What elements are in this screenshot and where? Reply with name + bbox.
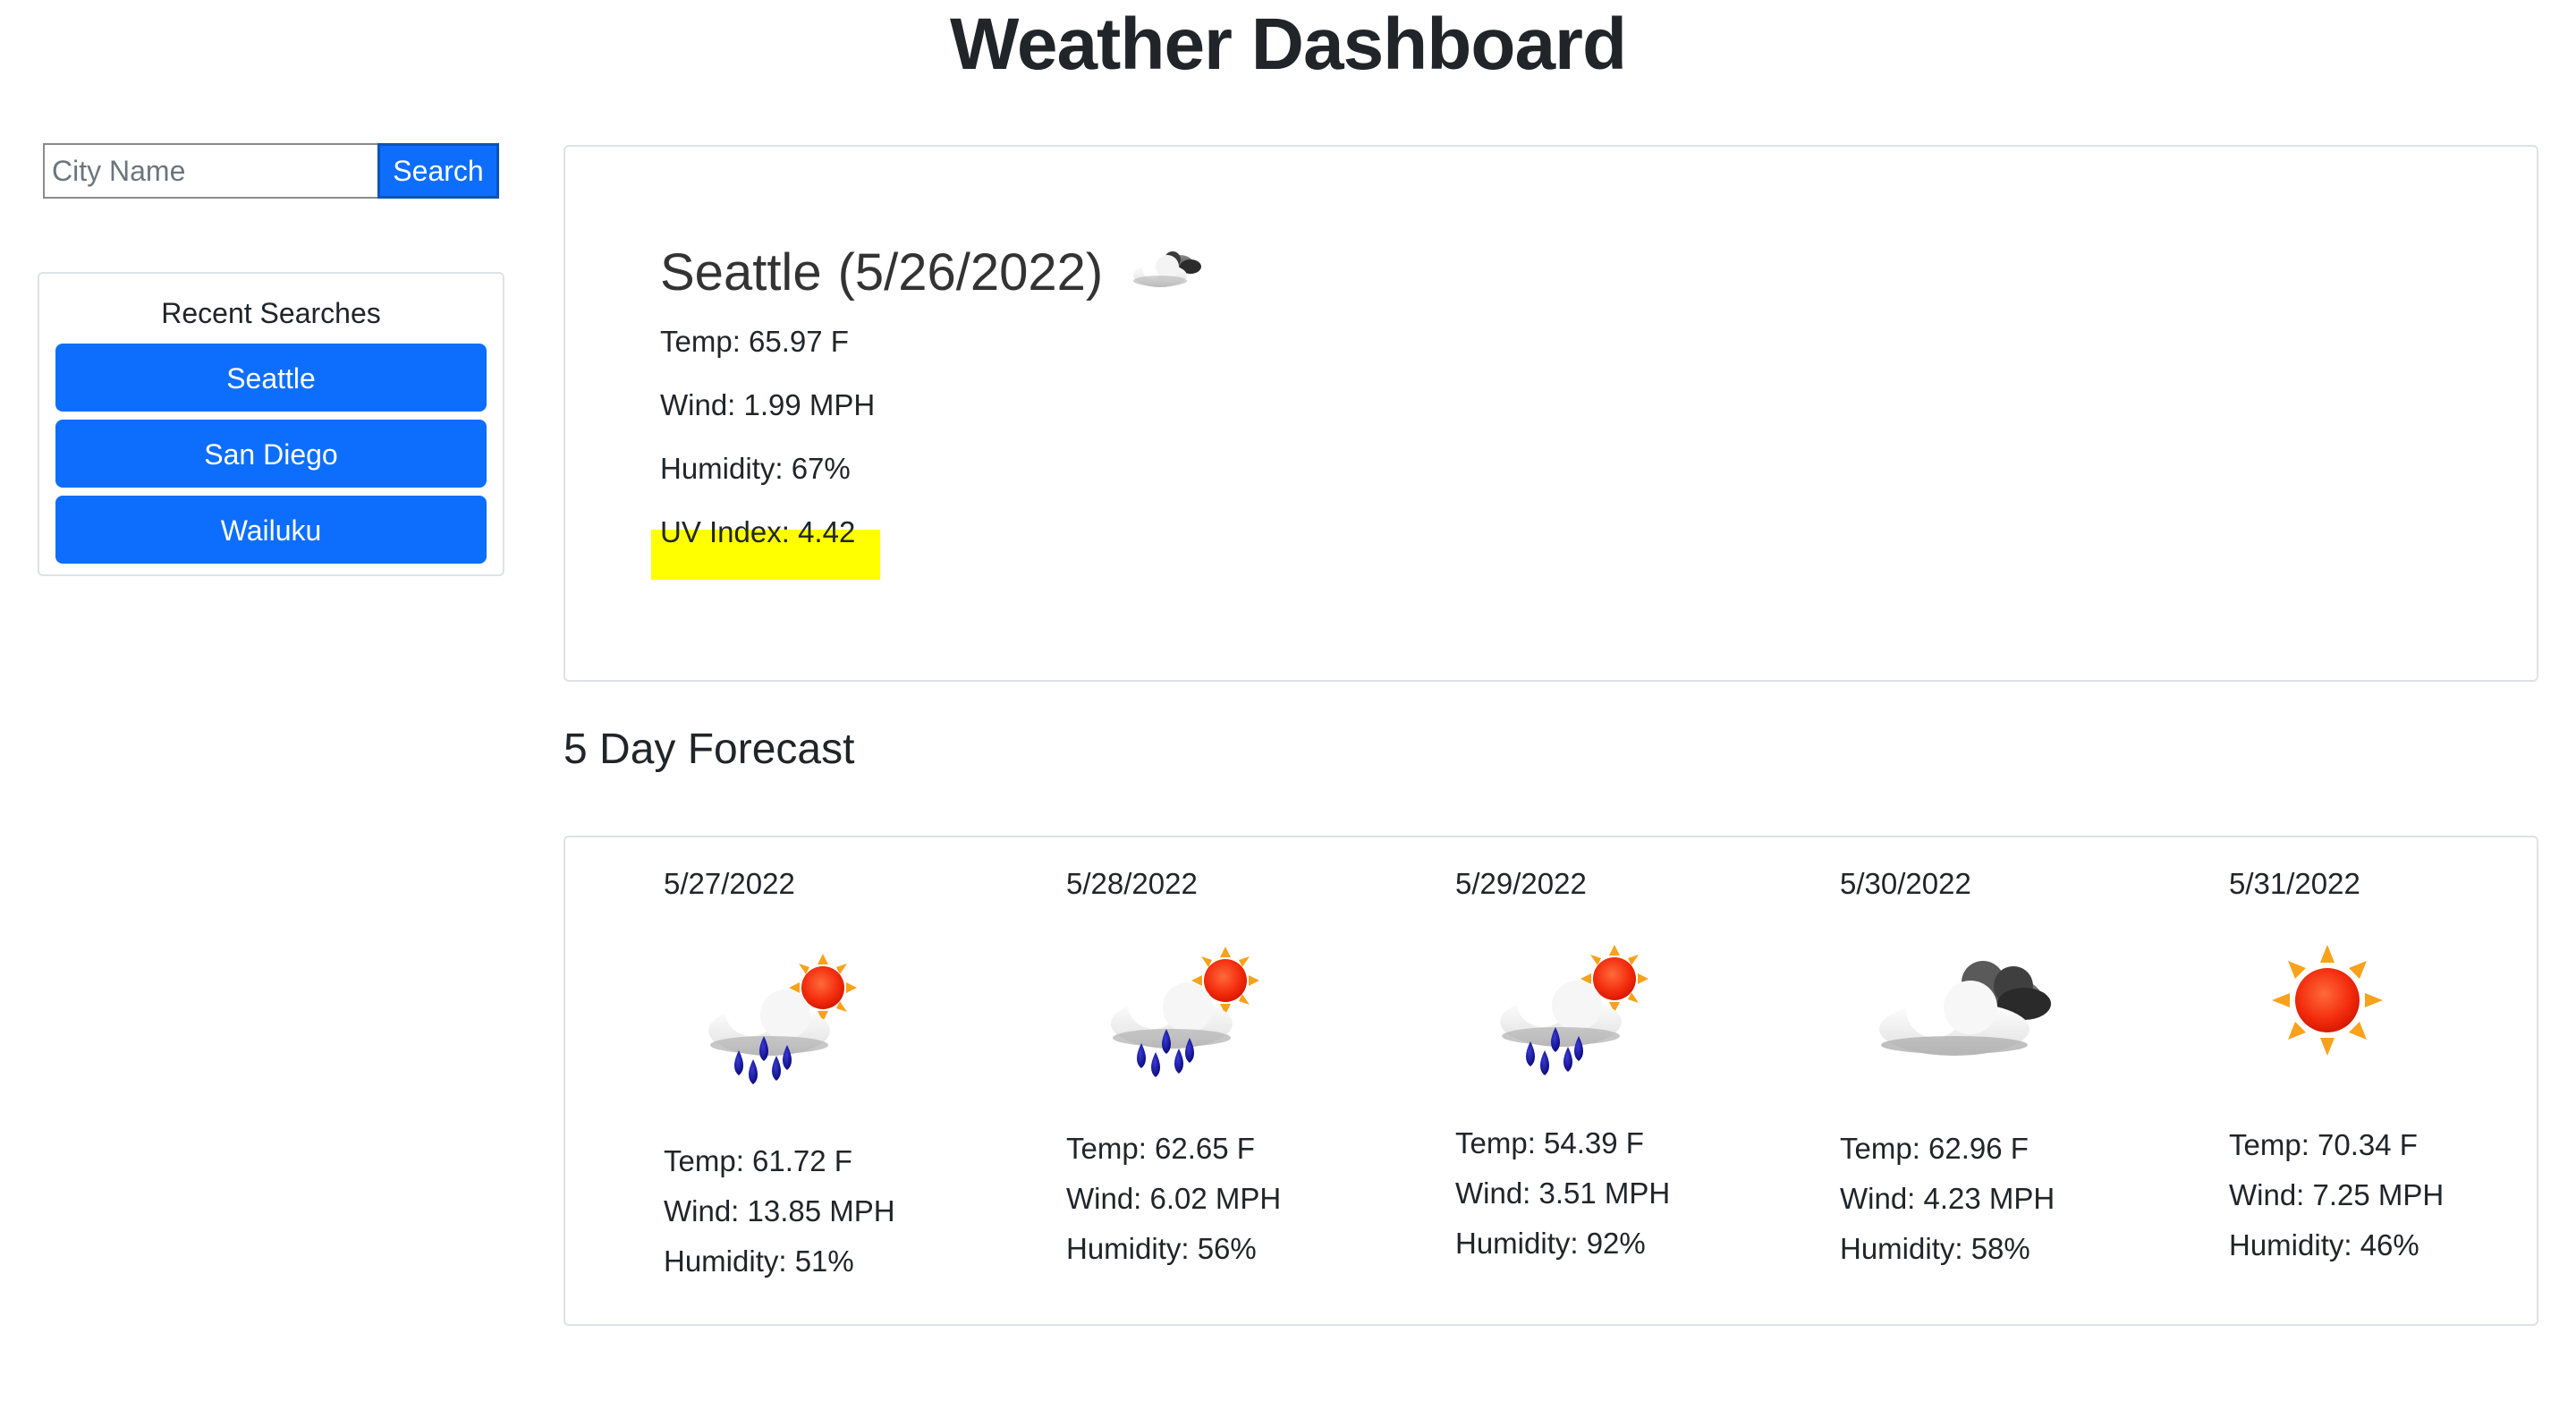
forecast-wind: Wind: 13.85 MPH [664, 1194, 895, 1227]
forecast-date: 5/28/2022 [1066, 867, 1198, 900]
forecast-day: 5/30/2022 Temp: 62.96 F Wind: 4.23 MPH H… [1840, 837, 2198, 1321]
forecast-wind: Wind: 3.51 MPH [1455, 1176, 1671, 1210]
current-city-heading: Seattle (5/26/2022) [660, 236, 1210, 308]
forecast-humidity: Humidity: 51% [664, 1244, 854, 1278]
search-button[interactable]: Search [377, 143, 499, 199]
forecast-humidity: Humidity: 58% [1840, 1232, 2030, 1265]
recent-search-san-diego-button[interactable]: San Diego [55, 420, 487, 488]
forecast-date: 5/30/2022 [1840, 867, 1971, 900]
forecast-date: 5/31/2022 [2229, 867, 2360, 900]
city-search-input[interactable] [43, 143, 377, 199]
forecast-card: 5/27/2022 Temp: 61.72 F Wind: 13.85 MPH … [564, 836, 2538, 1326]
broken-clouds-icon [1865, 936, 2051, 1088]
forecast-heading: 5 Day Forecast [564, 726, 855, 773]
forecast-wind: Wind: 6.02 MPH [1066, 1182, 1282, 1215]
current-wind: Wind: 1.99 MPH [660, 388, 876, 421]
forecast-temp: Temp: 62.65 F [1066, 1132, 1255, 1165]
recent-searches-card: Recent Searches Seattle San Diego Wailuk… [38, 272, 504, 576]
forecast-humidity: Humidity: 92% [1455, 1227, 1646, 1260]
forecast-wind: Wind: 7.25 MPH [2229, 1178, 2445, 1211]
current-humidity: Humidity: 67% [660, 452, 851, 485]
page-title: Weather Dashboard [949, 4, 1627, 85]
forecast-temp: Temp: 54.39 F [1455, 1126, 1644, 1159]
forecast-date: 5/29/2022 [1455, 867, 1587, 900]
rain-sun-icon [1480, 936, 1659, 1088]
forecast-day: 5/28/2022 Temp: 62.65 F Wind: 6.02 MPH H… [1066, 837, 1424, 1321]
forecast-date: 5/27/2022 [664, 867, 795, 900]
forecast-wind: Wind: 4.23 MPH [1840, 1182, 2055, 1215]
rain-sun-icon [1091, 938, 1270, 1090]
recent-search-seattle-button[interactable]: Seattle [55, 344, 487, 412]
forecast-day: 5/27/2022 Temp: 61.72 F Wind: 13.85 MPH … [664, 837, 1021, 1321]
forecast-temp: Temp: 61.72 F [664, 1144, 852, 1177]
current-weather-card: Seattle (5/26/2022) Temp: 65.97 F Wind: … [564, 145, 2538, 682]
forecast-humidity: Humidity: 46% [2229, 1228, 2419, 1261]
current-city-name: Seattle [660, 242, 822, 302]
forecast-humidity: Humidity: 56% [1066, 1232, 1257, 1265]
clear-sun-icon [2265, 938, 2444, 1090]
rain-sun-icon [689, 945, 868, 1097]
forecast-day: 5/31/2022 Temp: 70.34 F Wind: 7.25 MPH H… [2229, 837, 2576, 1321]
recent-searches-title: Recent Searches [161, 297, 381, 329]
search-form: Search [43, 143, 499, 199]
forecast-temp: Temp: 70.34 F [2229, 1128, 2418, 1161]
current-uv-index: UV Index: 4.42 [660, 515, 856, 548]
forecast-day: 5/29/2022 Temp: 54.39 F Wind: 3.51 MPH H… [1455, 837, 1813, 1321]
current-temp: Temp: 65.97 F [660, 325, 849, 358]
recent-search-wailuku-button[interactable]: Wailuku [55, 496, 487, 564]
current-date: (5/26/2022) [837, 242, 1104, 302]
forecast-temp: Temp: 62.96 F [1840, 1132, 2029, 1165]
partly-cloudy-night-icon [1128, 234, 1210, 310]
